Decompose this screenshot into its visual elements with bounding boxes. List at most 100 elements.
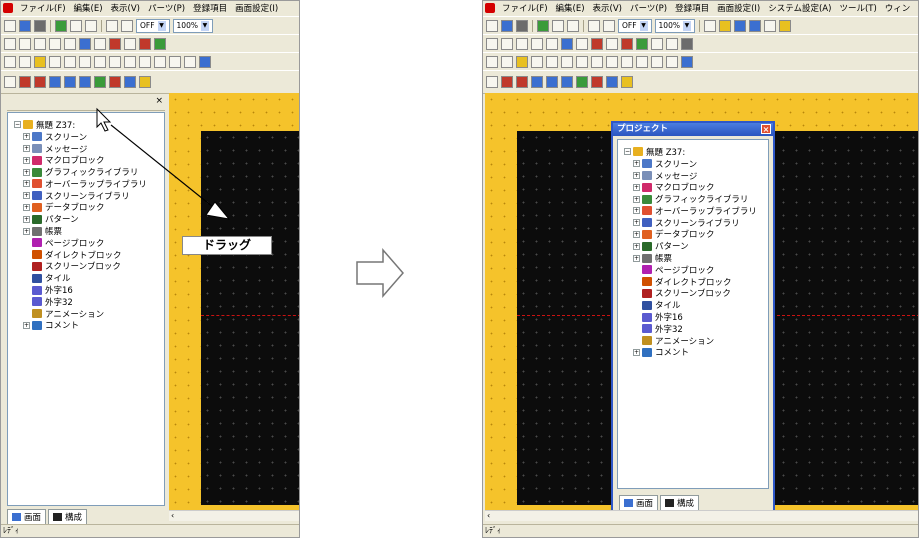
find-icon[interactable]: [603, 19, 615, 32]
group-icon[interactable]: [531, 55, 543, 68]
menu-screen-settings[interactable]: 画面設定(I): [714, 2, 763, 14]
tree-item[interactable]: + データブロック: [624, 229, 757, 240]
palette-icon[interactable]: [636, 37, 648, 50]
tree-item[interactable]: 外字16: [624, 311, 757, 323]
menu-parts[interactable]: パーツ(P): [627, 2, 670, 14]
back-arrow-icon[interactable]: [733, 19, 746, 32]
tile-icon[interactable]: [681, 37, 693, 50]
circle-icon[interactable]: [516, 37, 528, 50]
macro-icon[interactable]: [501, 76, 513, 88]
color-icon[interactable]: [621, 37, 633, 50]
tree-item[interactable]: スクリーンブロック: [624, 288, 757, 299]
align-right-icon[interactable]: [591, 55, 603, 68]
screen-icon[interactable]: [486, 76, 498, 88]
undo-icon[interactable]: [651, 55, 663, 68]
forward-arrow-icon[interactable]: [748, 19, 761, 32]
project-window-titlebar[interactable]: プロジェクト ×: [613, 123, 773, 136]
tree-item[interactable]: + マクロブロック: [624, 181, 757, 193]
paste-icon[interactable]: [516, 55, 528, 68]
mode-select[interactable]: OFF ▼: [618, 18, 652, 33]
floating-project-window[interactable]: プロジェクト × − 無題 Z37: + スクリーン + メッセージ + マクロブロック + グ…: [611, 121, 775, 517]
align-bottom-icon[interactable]: [621, 55, 633, 68]
text-icon[interactable]: [531, 37, 543, 50]
redo-icon[interactable]: [666, 55, 678, 68]
tree-item[interactable]: + スクリーンライブラリ: [624, 217, 757, 229]
expand-toggle-icon[interactable]: +: [633, 254, 640, 262]
cut-icon[interactable]: [486, 55, 498, 68]
bracket-icon[interactable]: [576, 37, 588, 50]
expand-toggle-icon[interactable]: +: [633, 195, 640, 203]
expand-toggle-icon[interactable]: +: [633, 348, 640, 356]
fill-icon[interactable]: [561, 37, 573, 50]
menu-view[interactable]: 表示(V): [590, 2, 625, 14]
menu-system-settings[interactable]: システム設定(A): [765, 2, 834, 14]
transfer-icon[interactable]: [537, 19, 549, 32]
save-icon[interactable]: [516, 19, 528, 32]
tree-item[interactable]: + パターン: [624, 240, 757, 252]
keyboard-icon[interactable]: [763, 19, 776, 32]
dot-icon[interactable]: [546, 37, 558, 50]
tree-item[interactable]: + コメント: [624, 347, 757, 358]
expand-toggle-icon[interactable]: +: [633, 171, 640, 179]
tree-item[interactable]: 外字32: [624, 323, 757, 335]
grid-icon[interactable]: [636, 55, 648, 68]
alarm-icon[interactable]: [621, 76, 633, 88]
menu-registered[interactable]: 登録項目: [672, 2, 712, 14]
tab-structure[interactable]: 構成: [660, 495, 700, 511]
menu-edit[interactable]: 編集(E): [553, 2, 588, 14]
tree-item[interactable]: タイル: [624, 299, 757, 311]
align-left-icon[interactable]: [576, 55, 588, 68]
parts-icon[interactable]: [591, 37, 603, 50]
block-icon[interactable]: [516, 76, 528, 88]
new-icon[interactable]: [486, 19, 498, 32]
copy-icon[interactable]: [501, 55, 513, 68]
line-width-icon[interactable]: [666, 37, 678, 50]
right-horizontal-scrollbar[interactable]: ‹: [485, 510, 918, 521]
open-icon[interactable]: [501, 19, 513, 32]
tree-item[interactable]: アニメーション: [624, 335, 757, 347]
tree-item[interactable]: + グラフィックライブラリ: [624, 193, 757, 205]
tree-item[interactable]: + オーバーラップライブラリ: [624, 205, 757, 217]
graphic-icon[interactable]: [576, 76, 588, 88]
expand-toggle-icon[interactable]: +: [633, 183, 640, 191]
image-icon[interactable]: [606, 76, 618, 88]
expand-toggle-icon[interactable]: +: [633, 160, 640, 168]
menu-tools[interactable]: ツール(T): [836, 2, 879, 14]
expand-toggle-icon[interactable]: +: [633, 230, 640, 238]
select-icon[interactable]: [588, 19, 600, 32]
expand-toggle-icon[interactable]: +: [633, 207, 640, 215]
expand-toggle-icon[interactable]: +: [633, 242, 640, 250]
print-icon[interactable]: [567, 19, 579, 32]
tree-item[interactable]: + 帳票: [624, 252, 757, 264]
line-icon[interactable]: [486, 37, 498, 50]
tree-item[interactable]: + スクリーン: [624, 158, 757, 170]
line-style-icon[interactable]: [651, 37, 663, 50]
expand-toggle-icon[interactable]: +: [633, 219, 640, 227]
close-icon[interactable]: ×: [761, 124, 771, 134]
align-top-icon[interactable]: [606, 55, 618, 68]
menu-file[interactable]: ファイル(F): [499, 2, 551, 14]
tree-item-icon: [642, 182, 652, 192]
right-toolbar-2: [483, 34, 918, 53]
tree-item[interactable]: ページブロック: [624, 264, 757, 276]
pattern-icon[interactable]: [561, 76, 573, 88]
record-icon[interactable]: [591, 76, 603, 88]
rectangle-icon[interactable]: [501, 37, 513, 50]
font-icon[interactable]: [606, 37, 618, 50]
zoom-select[interactable]: 100% ▼: [654, 18, 695, 33]
message-icon[interactable]: [546, 76, 558, 88]
help-icon[interactable]: [778, 19, 791, 32]
window-icon[interactable]: [681, 55, 693, 68]
back-icon[interactable]: [561, 55, 573, 68]
tab-screen[interactable]: 画面: [619, 495, 659, 511]
front-icon[interactable]: [546, 55, 558, 68]
tree-item[interactable]: ダイレクトブロック: [624, 276, 757, 288]
menu-window[interactable]: ウィン: [882, 2, 914, 14]
tree-root[interactable]: − 無題 Z37:: [624, 146, 757, 158]
tree-item[interactable]: + メッセージ: [624, 170, 757, 182]
tree-item-label: メッセージ: [655, 171, 698, 182]
tool-icon[interactable]: [703, 19, 716, 32]
preview-icon[interactable]: [552, 19, 564, 32]
library-icon[interactable]: [531, 76, 543, 88]
wand-icon[interactable]: [718, 19, 731, 32]
